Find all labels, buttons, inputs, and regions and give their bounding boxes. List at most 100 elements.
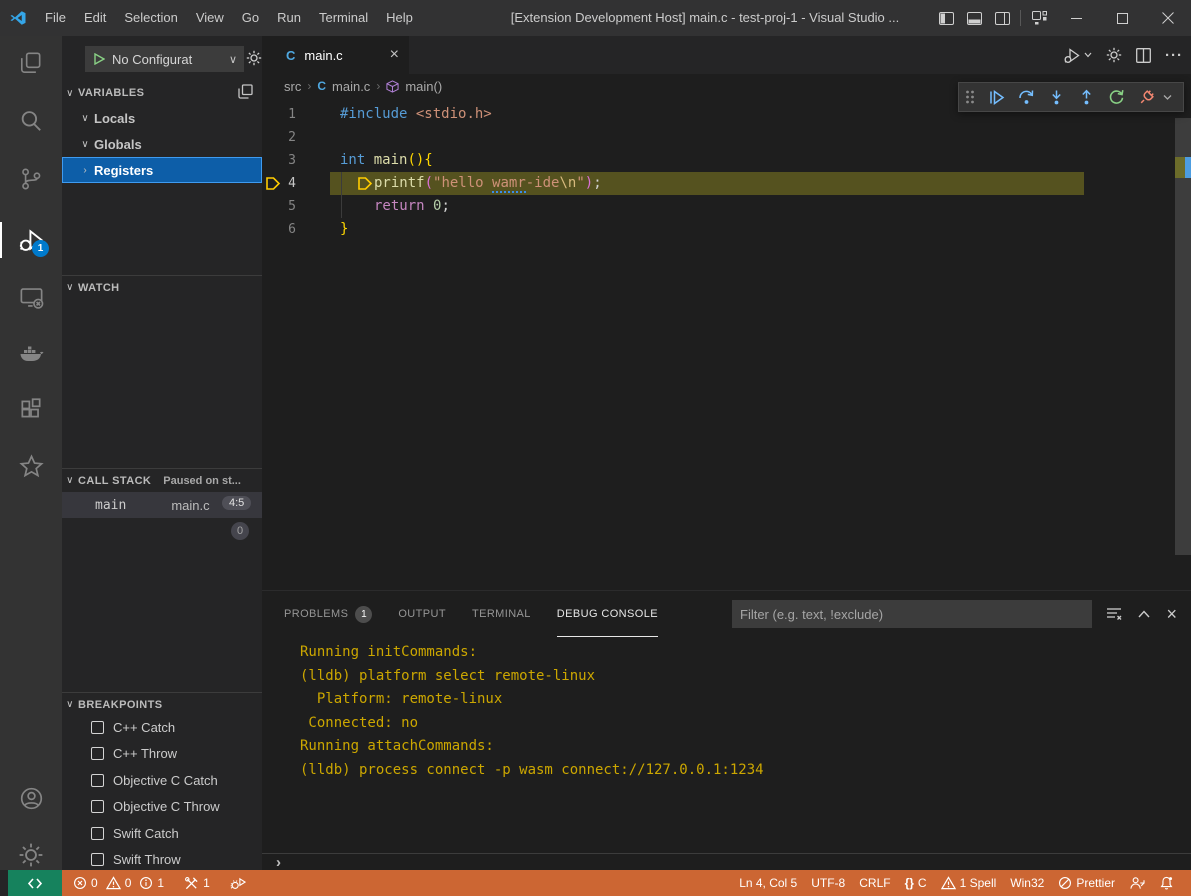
stack-frame-row[interactable]: main main.c 4:5 [62,492,262,518]
breakpoint-swift-throw[interactable]: Swift Throw [62,846,262,870]
problems-status[interactable]: 0 0 1 [66,870,171,896]
toolbar-drag-grip[interactable] [959,90,981,104]
breakpoint-cpp-throw[interactable]: C++ Throw [62,740,262,766]
breakpoint-objc-catch[interactable]: Objective C Catch [62,767,262,793]
docker-icon[interactable] [0,329,62,377]
menu-run[interactable]: Run [268,0,310,36]
checkbox-unchecked[interactable] [91,774,104,787]
language-label: C [918,876,927,890]
toggle-sidebar-icon[interactable] [932,0,960,36]
step-out-button[interactable] [1071,82,1101,112]
eol-selector[interactable]: CRLF [852,870,897,896]
chevron-down-icon: ∨ [76,113,94,124]
step-into-button[interactable] [1041,82,1071,112]
ports-status[interactable]: 1 [177,870,217,896]
variables-scope-locals[interactable]: ∨ Locals [62,105,262,131]
checkbox-unchecked[interactable] [91,747,104,760]
remote-explorer-icon[interactable] [0,273,62,321]
breakpoint-objc-throw[interactable]: Objective C Throw [62,793,262,819]
checkbox-unchecked[interactable] [91,721,104,734]
variables-scope-registers[interactable]: › Registers [62,157,262,183]
tab-close-icon[interactable]: × [390,47,399,63]
disconnect-button[interactable] [1131,82,1161,112]
tab-output[interactable]: OUTPUT [398,591,446,637]
platform-status[interactable]: Win32 [1003,870,1051,896]
minimize-button[interactable] [1053,0,1099,36]
extensions-icon[interactable] [0,385,62,433]
call-stack-section-header[interactable]: ∨ CALL STACK Paused on st... [62,468,262,492]
step-over-button[interactable] [1011,82,1041,112]
toggle-panel-icon[interactable] [960,0,988,36]
debug-file-button[interactable] [1064,47,1092,64]
launch-configuration-dropdown[interactable]: No Configurat ∨ [85,46,244,72]
close-panel-icon[interactable]: × [1166,607,1177,621]
current-frame-gutter-arrow-icon[interactable] [265,176,281,191]
clear-console-icon[interactable] [1106,607,1122,621]
collapse-all-icon[interactable] [238,84,253,99]
explorer-icon[interactable] [0,39,62,87]
debug-repl-input[interactable]: › [262,853,1191,871]
console-filter-input[interactable] [732,600,1092,628]
menu-view[interactable]: View [187,0,233,36]
run-and-debug-icon[interactable] [0,216,62,264]
breakpoints-section-header[interactable]: ∨ BREAKPOINTS [62,692,262,716]
status-bar: 0 0 1 1 Ln 4, Col 5 UTF-8 CRLF {} C [0,870,1191,896]
restart-button[interactable] [1101,82,1131,112]
tab-problems[interactable]: PROBLEMS 1 [284,591,372,637]
close-window-button[interactable] [1145,0,1191,36]
notifications-bell-icon[interactable] [1152,870,1181,896]
checkbox-unchecked[interactable] [91,853,104,866]
more-actions-icon[interactable]: ··· [1165,47,1183,64]
search-icon[interactable] [0,97,62,145]
checkbox-unchecked[interactable] [91,827,104,840]
breadcrumb-symbol[interactable]: main() [405,79,442,94]
menu-file[interactable]: File [36,0,75,36]
debug-status[interactable] [223,870,253,896]
feedback-icon[interactable] [1122,870,1152,896]
remote-indicator[interactable] [8,870,62,896]
editor-gear-icon[interactable] [1106,47,1122,63]
variables-title: VARIABLES [78,87,144,99]
breadcrumb-file[interactable]: main.c [332,79,370,94]
chevron-down-icon: ∨ [76,139,94,150]
menu-help[interactable]: Help [377,0,422,36]
code-line-4: printf("hello wamr-ide\n"); [340,172,602,195]
menu-terminal[interactable]: Terminal [310,0,377,36]
encoding-selector[interactable]: UTF-8 [804,870,852,896]
configure-launch-gear-icon[interactable] [246,50,262,66]
star-icon[interactable] [0,442,62,490]
cursor-position[interactable]: Ln 4, Col 5 [732,870,804,896]
console-line: Running initCommands: [300,641,764,665]
menu-selection[interactable]: Selection [115,0,186,36]
source-control-icon[interactable] [0,155,62,203]
continue-button[interactable] [981,82,1011,112]
spell-checker-status[interactable]: 1 Spell [934,870,1004,896]
breakpoint-cpp-catch[interactable]: C++ Catch [62,714,262,740]
checkbox-unchecked[interactable] [91,800,104,813]
editor-scrollbar-thumb[interactable] [1175,118,1191,555]
tab-main-c[interactable]: C main.c × [262,36,409,74]
split-editor-icon[interactable] [1136,48,1151,63]
menu-go[interactable]: Go [233,0,268,36]
chevron-down-icon [1084,52,1092,58]
code-line-3: int main(){ [340,149,433,172]
tab-terminal[interactable]: TERMINAL [472,591,531,637]
watch-section-header[interactable]: ∨ WATCH [62,275,262,299]
breakpoint-swift-catch[interactable]: Swift Catch [62,820,262,846]
tab-debug-console[interactable]: DEBUG CONSOLE [557,591,658,637]
variables-scope-globals[interactable]: ∨ Globals [62,131,262,157]
toggle-secondary-sidebar-icon[interactable] [988,0,1016,36]
menu-edit[interactable]: Edit [75,0,115,36]
maximize-panel-icon[interactable] [1138,610,1150,618]
debug-session-chevron-icon[interactable] [1163,94,1172,101]
debug-sidebar: No Configurat ∨ ∨ VARIABLES ∨ Locals ∨ G… [62,36,262,870]
variables-section-header[interactable]: ∨ VARIABLES [62,81,262,105]
accounts-icon[interactable] [0,774,62,822]
tools-icon [184,876,199,891]
language-mode[interactable]: {} C [898,870,934,896]
customize-layout-icon[interactable] [1025,0,1053,36]
formatter-status[interactable]: Prettier [1051,870,1122,896]
debug-badge: 1 [32,240,49,257]
maximize-button[interactable] [1099,0,1145,36]
breadcrumb-folder[interactable]: src [284,79,301,94]
